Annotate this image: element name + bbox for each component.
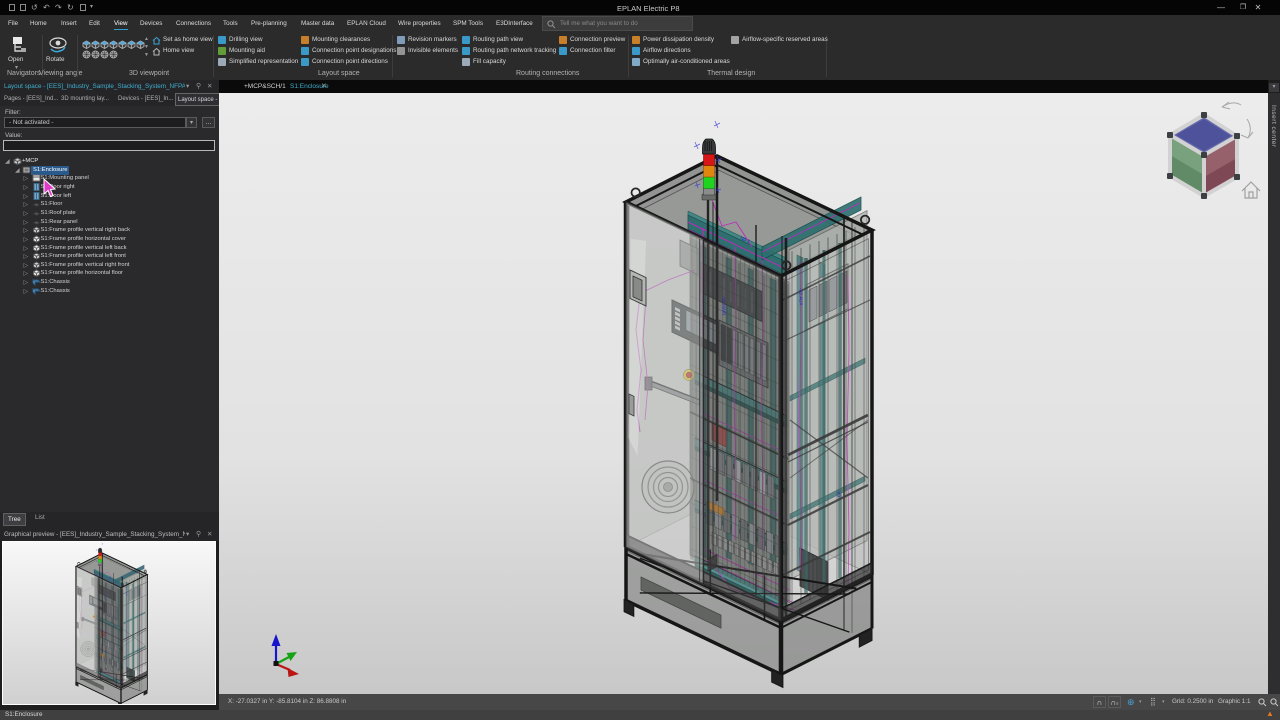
- svg-text:-X3: -X3: [836, 490, 841, 498]
- svg-text:-X2.AUX: -X2.AUX: [798, 288, 804, 306]
- svg-text:-X1.MAIN: -X1.MAIN: [721, 296, 727, 316]
